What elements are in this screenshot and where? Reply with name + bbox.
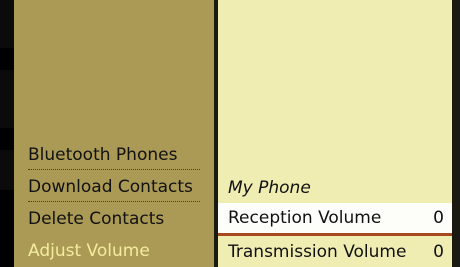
device-name-heading: My Phone <box>228 178 311 198</box>
menu-item-adjust-volume[interactable]: Adjust Volume <box>14 236 214 266</box>
transmission-volume-label: Transmission Volume <box>228 242 407 262</box>
menu-item-download-contacts[interactable]: Download Contacts <box>14 172 214 202</box>
reception-volume-label: Reception Volume <box>228 208 382 228</box>
menu-item-delete-contacts[interactable]: Delete Contacts <box>14 204 214 234</box>
right-edge <box>452 0 460 267</box>
reception-volume-value: 0 <box>433 208 444 228</box>
edge-bar <box>0 70 14 128</box>
edge-bar <box>0 0 14 48</box>
transmission-volume-value: 0 <box>433 242 444 262</box>
transmission-volume-row[interactable]: Transmission Volume 0 <box>218 237 452 267</box>
menu-item-bluetooth-phones[interactable]: Bluetooth Phones <box>14 140 214 170</box>
infotainment-screen: Bluetooth Phones Download Contacts Delet… <box>0 0 460 267</box>
reception-volume-row[interactable]: Reception Volume 0 <box>218 203 452 236</box>
edge-bar <box>0 150 14 190</box>
